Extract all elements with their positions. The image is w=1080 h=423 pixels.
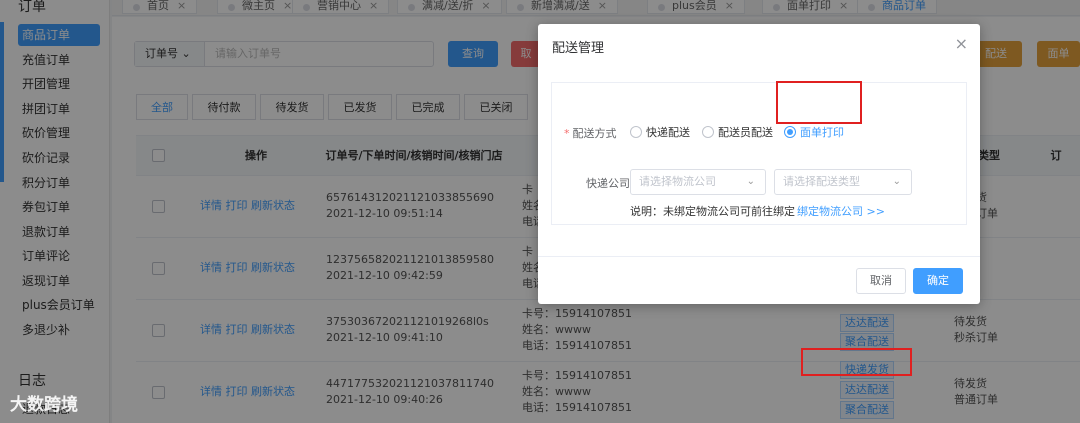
watermark-text: 大数跨境 — [10, 395, 78, 415]
select-placeholder: 请选择配送类型 — [783, 175, 860, 188]
close-icon[interactable]: × — [955, 34, 968, 53]
radio-circle — [784, 126, 796, 138]
dialog-divider — [538, 256, 980, 257]
delivery-method-label: * 配送方式 — [564, 125, 617, 141]
courier-company-label: 快递公司 — [586, 177, 630, 190]
delivery-management-dialog: 配送管理 × * 配送方式 快递配送 配送员配送 面单打印 快递公司 请选择物流公… — [538, 24, 980, 304]
radio-label: 面单打印 — [800, 126, 844, 139]
binding-note-text: 说明：未绑定物流公司可前往绑定 — [630, 205, 795, 218]
highlight-box-express-ship — [801, 348, 912, 376]
chevron-down-icon: ⌄ — [746, 176, 755, 187]
chevron-down-icon: ⌄ — [892, 176, 901, 187]
cancel-button[interactable]: 取消 — [856, 268, 906, 294]
radio-circle — [702, 126, 714, 138]
required-mark: * — [564, 127, 570, 140]
radio-waybill-print[interactable]: 面单打印 — [784, 124, 844, 140]
courier-company-select[interactable]: 请选择物流公司 ⌄ — [630, 169, 766, 195]
radio-express-delivery[interactable]: 快递配送 — [630, 124, 690, 140]
dialog-title: 配送管理 — [552, 41, 605, 56]
radio-courier-delivery[interactable]: 配送员配送 — [702, 124, 773, 140]
radio-label: 配送员配送 — [718, 126, 773, 139]
radio-label: 快递配送 — [646, 126, 690, 139]
confirm-button[interactable]: 确定 — [913, 268, 963, 294]
bind-courier-link[interactable]: 绑定物流公司 >> — [797, 205, 885, 218]
select-placeholder: 请选择物流公司 — [639, 175, 716, 188]
delivery-method-label-text: 配送方式 — [572, 127, 617, 140]
dialog-form: * 配送方式 快递配送 配送员配送 面单打印 快递公司 请选择物流公司 ⌄ 请选择… — [551, 82, 967, 225]
delivery-type-select[interactable]: 请选择配送类型 ⌄ — [774, 169, 912, 195]
watermark-logo: 大数跨境 — [10, 390, 78, 415]
binding-note: 说明：未绑定物流公司可前往绑定 绑定物流公司 >> — [630, 203, 885, 219]
highlight-box-waybill-radio — [776, 81, 862, 124]
radio-circle — [630, 126, 642, 138]
